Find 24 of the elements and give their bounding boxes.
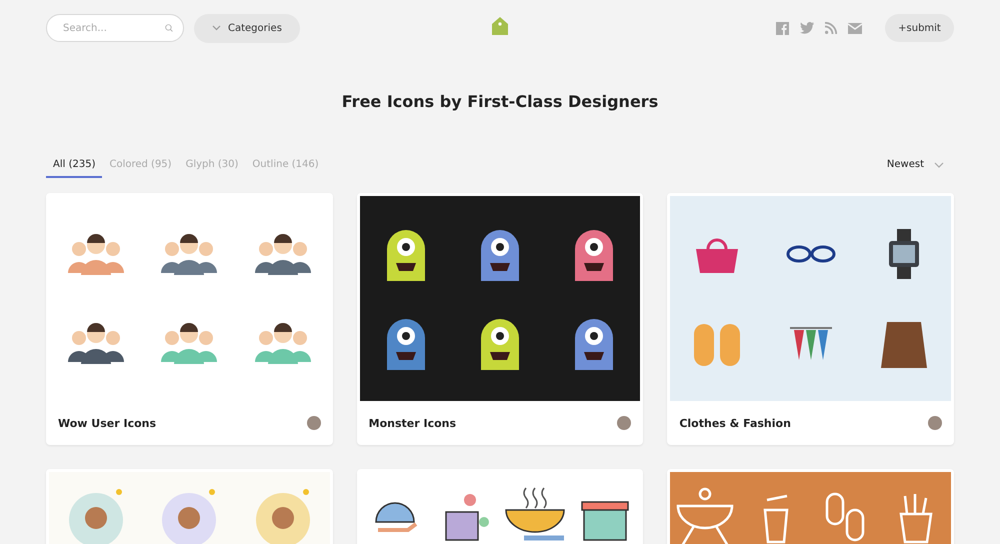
grill-icon [674, 486, 736, 544]
twitter-icon[interactable] [800, 22, 814, 34]
card-title[interactable]: Clothes & Fashion [679, 416, 791, 430]
author-avatar[interactable] [928, 416, 942, 430]
categories-dropdown[interactable]: Categories [194, 14, 300, 42]
mail-icon[interactable] [848, 22, 862, 34]
search-field[interactable]: Search... [61, 22, 165, 34]
caret-icon [934, 162, 944, 168]
facebook-icon[interactable] [776, 22, 789, 34]
submit-button[interactable]: +submit [885, 14, 954, 42]
rss-icon[interactable] [825, 22, 837, 34]
icon-set-card[interactable]: Monster Icons [356, 193, 644, 445]
tag-logo-icon[interactable] [492, 17, 508, 35]
sort-dropdown[interactable]: Newest [886, 159, 954, 178]
icon-set-card[interactable]: Wow User Icons [46, 193, 333, 445]
caret-icon [212, 25, 221, 31]
author-avatar[interactable] [306, 416, 321, 430]
filter-tab[interactable]: All (235) [46, 159, 102, 178]
author-avatar[interactable] [617, 416, 632, 430]
card-title[interactable]: Monster Icons [368, 416, 456, 430]
icon-set-card[interactable]: Clothes & Fashion [667, 193, 954, 445]
card-title[interactable]: Wow User Icons [58, 416, 156, 430]
search-box[interactable]: Search... [46, 14, 184, 42]
page-title: Free Icons by First-Class Designers [340, 92, 660, 111]
